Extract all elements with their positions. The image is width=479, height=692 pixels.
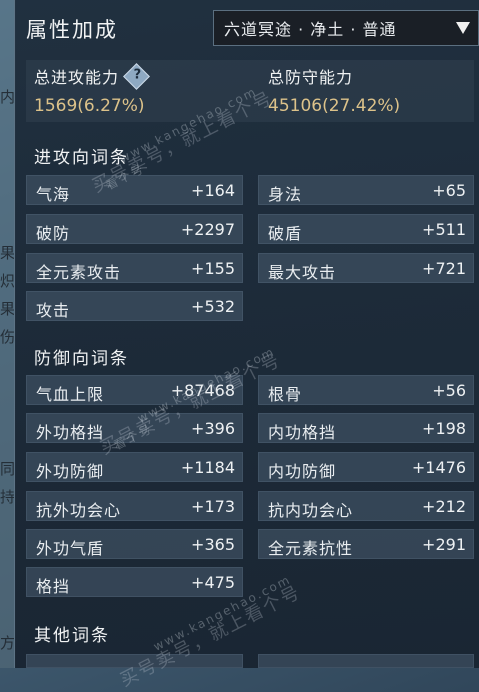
- total-defense: 总防守能力 45106(27.42%): [268, 64, 400, 116]
- stat-value: +475: [191, 573, 235, 592]
- stat-row: 外功气盾 +365: [26, 529, 243, 559]
- dropdown-selected-value: 六道冥途 · 净土 · 普通: [224, 20, 397, 39]
- stat-row-partial: [26, 654, 243, 668]
- stat-label: 气血上限: [36, 385, 105, 404]
- background-text: 方: [0, 634, 16, 652]
- total-defense-label: 总防守能力: [268, 68, 354, 87]
- stat-label: 外功气盾: [36, 539, 105, 558]
- stat-row: 全元素抗性 +291: [258, 529, 474, 559]
- stat-row: 内功格挡 +198: [258, 413, 474, 443]
- stat-label: 最大攻击: [268, 263, 337, 282]
- stat-row: 破盾 +511: [258, 214, 474, 244]
- summary-box: 总进攻能力 ? 1569(6.27%) 总防守能力 45106(27.42%): [26, 60, 474, 122]
- mode-dropdown[interactable]: 六道冥途 · 净土 · 普通: [213, 10, 479, 46]
- stat-value: +365: [191, 535, 235, 554]
- stat-label: 抗外功会心: [36, 501, 122, 520]
- stat-row: 全元素攻击 +155: [26, 253, 243, 283]
- stat-value: +198: [422, 419, 466, 438]
- stat-label: 内功格挡: [268, 423, 337, 442]
- total-attack-value: 1569(6.27%): [34, 96, 145, 116]
- stat-row: 内功防御 +1476: [258, 452, 474, 482]
- stat-value: +1184: [180, 458, 235, 477]
- stat-value: +155: [191, 259, 235, 278]
- stat-row-partial: [258, 654, 474, 668]
- section-title-attack: 进攻向词条: [34, 148, 129, 168]
- stat-label: 破盾: [268, 224, 303, 243]
- stat-value: +173: [191, 497, 235, 516]
- stat-label: 抗内功会心: [268, 501, 354, 520]
- stat-row: 抗外功会心 +173: [26, 491, 243, 521]
- stat-value: +164: [191, 181, 235, 200]
- stat-label: 攻击: [36, 301, 71, 320]
- total-defense-value: 45106(27.42%): [268, 96, 401, 116]
- stat-row: 抗内功会心 +212: [258, 491, 474, 521]
- stat-row: 根骨 +56: [258, 375, 474, 405]
- stat-value: +721: [422, 259, 466, 278]
- background-text: 持: [0, 488, 16, 506]
- section-title-other: 其他词条: [34, 626, 110, 646]
- stat-value: +56: [432, 381, 466, 400]
- background-text: 内: [0, 88, 16, 106]
- stat-label: 外功防御: [36, 462, 105, 481]
- stat-value: +396: [191, 419, 235, 438]
- stat-value: +532: [191, 297, 235, 316]
- stat-value: +65: [432, 181, 466, 200]
- stat-value: +2297: [180, 220, 235, 239]
- stat-value: +87468: [170, 381, 235, 400]
- panel-title: 属性加成: [26, 18, 118, 42]
- stat-label: 格挡: [36, 577, 71, 596]
- section-title-defense: 防御向词条: [34, 349, 129, 369]
- stat-value: +511: [422, 220, 466, 239]
- stat-row: 外功格挡 +396: [26, 413, 243, 443]
- stat-label: 全元素抗性: [268, 539, 354, 558]
- stat-value: +212: [422, 497, 466, 516]
- stat-label: 气海: [36, 185, 71, 204]
- stat-row: 外功防御 +1184: [26, 452, 243, 482]
- total-attack-label: 总进攻能力: [34, 68, 120, 87]
- stat-row: 格挡 +475: [26, 567, 243, 597]
- stat-label: 根骨: [268, 385, 303, 404]
- stat-row: 最大攻击 +721: [258, 253, 474, 283]
- stat-row: 攻击 +532: [26, 291, 243, 321]
- stat-label: 外功格挡: [36, 423, 105, 442]
- background-text: 果: [0, 300, 16, 318]
- background-text: 伤: [0, 328, 16, 346]
- stat-row: 身法 +65: [258, 175, 474, 205]
- triangle-down-icon: [456, 22, 470, 34]
- background-text: 炽: [0, 272, 16, 290]
- background-text: 同: [0, 460, 16, 478]
- stat-row: 破防 +2297: [26, 214, 243, 244]
- stat-label: 全元素攻击: [36, 263, 122, 282]
- stat-label: 破防: [36, 224, 71, 243]
- stat-value: +291: [422, 535, 466, 554]
- stat-row: 气血上限 +87468: [26, 375, 243, 405]
- background-text: 果: [0, 244, 16, 262]
- stat-value: +1476: [411, 458, 466, 477]
- stat-row: 气海 +164: [26, 175, 243, 205]
- total-attack: 总进攻能力 ? 1569(6.27%): [34, 62, 150, 116]
- question-icon[interactable]: ?: [123, 62, 150, 90]
- stat-label: 身法: [268, 185, 303, 204]
- stat-label: 内功防御: [268, 462, 337, 481]
